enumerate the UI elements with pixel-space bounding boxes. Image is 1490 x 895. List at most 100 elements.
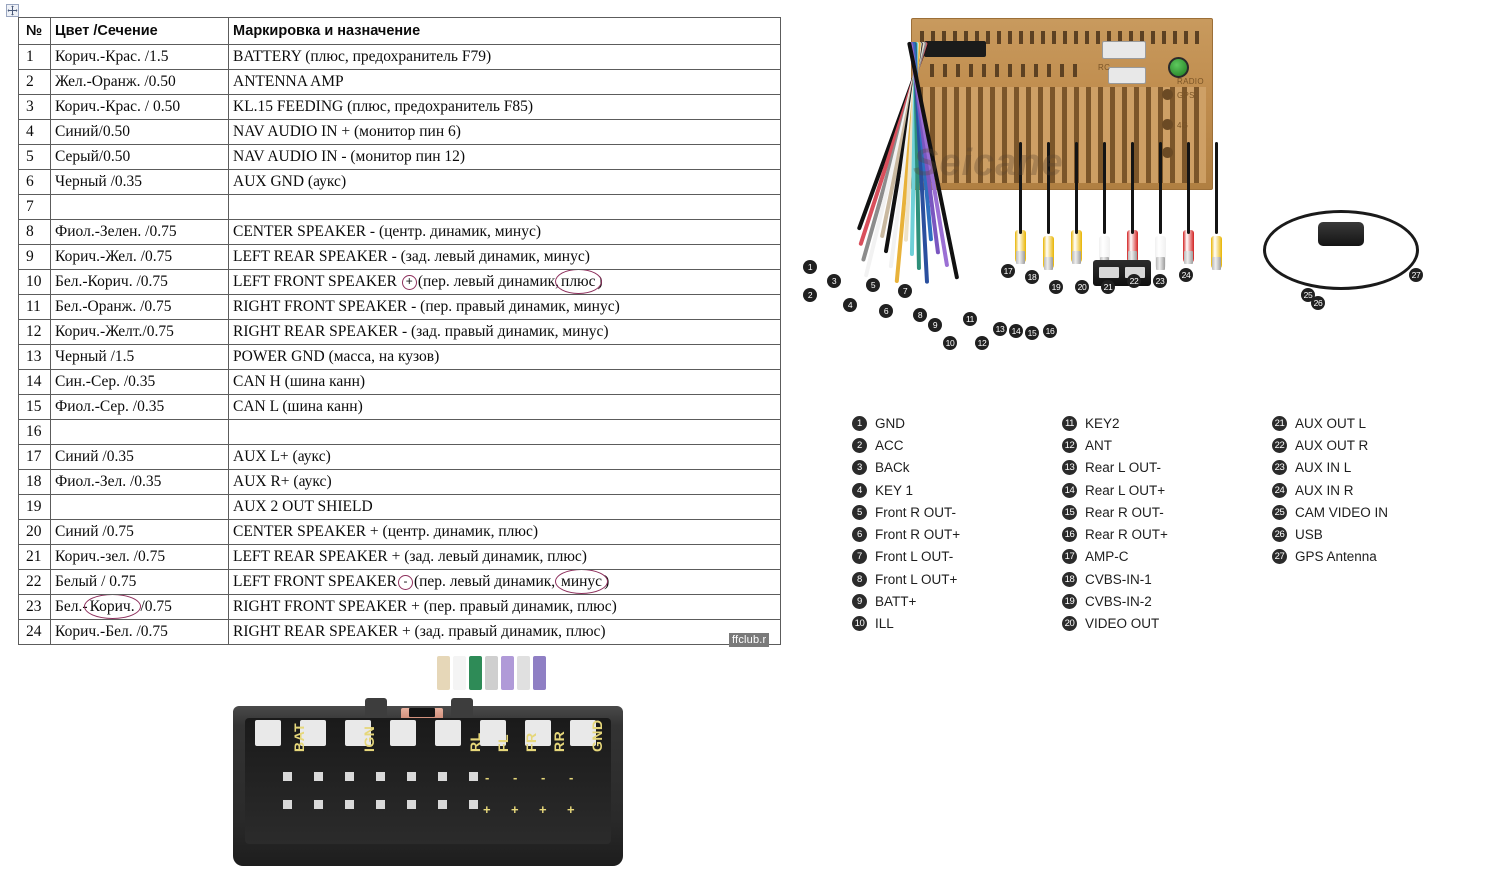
- callout-10: 10: [943, 336, 957, 350]
- rca-connector: [1043, 236, 1054, 270]
- cell-color: Фиол.-Зел. /0.35: [50, 469, 229, 495]
- connector-shell: BAT IGN RL FL FR RR GND - + - + - + - +: [233, 698, 623, 866]
- legend-number-badge: 13: [1062, 460, 1077, 476]
- table-header-row: № Цвет /Сечение Маркировка и назначение: [18, 17, 781, 45]
- callout-19: 19: [1049, 280, 1063, 294]
- antenna-jack: [1168, 57, 1189, 78]
- circled-annotation: плюс: [555, 270, 601, 294]
- table-move-handle-icon[interactable]: [6, 4, 19, 17]
- table-row: 9 Корич.-Жел. /0.75 LEFT REAR SPEAKER - (з…: [18, 244, 781, 270]
- table-row: 20 Синий /0.75 CENTER SPEAKER + (центр. ди…: [18, 519, 781, 545]
- cell-color: Фиол.-Сер. /0.35: [50, 394, 229, 420]
- cell-number: 21: [18, 544, 51, 570]
- connector-pin: [438, 800, 447, 809]
- pinout-table: № Цвет /Сечение Маркировка и назначение …: [18, 17, 781, 645]
- legend-item-label: Front R OUT+: [875, 527, 961, 543]
- connector-label-gnd: GND: [589, 719, 605, 752]
- callout-13: 13: [993, 322, 1007, 336]
- rca-connector: [1155, 236, 1166, 270]
- cell-marking: RIGHT FRONT SPEAKER + (пер. правый динам…: [228, 594, 781, 620]
- legend-item-label: CVBS-IN-1: [1085, 571, 1152, 587]
- cell-number: 4: [18, 119, 51, 145]
- cell-number: 22: [18, 569, 51, 595]
- rca-connector: [1071, 230, 1082, 264]
- connector-pin: [345, 800, 354, 809]
- header-number: №: [18, 17, 51, 45]
- cell-color: Синий /0.75: [50, 519, 229, 545]
- legend-item-label: KEY2: [1085, 415, 1120, 431]
- legend-item: 13 Rear L OUT-: [1062, 457, 1272, 479]
- connector-wire: [501, 656, 514, 690]
- table-row: 10 Бел.-Корич. /0.75 LEFT FRONT SPEAKER +(…: [18, 269, 781, 295]
- cell-color: Черный /1.5: [50, 344, 229, 370]
- cell-number: 10: [18, 269, 51, 295]
- cell-color: Жел.-Оранж. /0.50: [50, 69, 229, 95]
- cell-marking: RIGHT REAR SPEAKER + (зад. правый динами…: [228, 619, 781, 645]
- pinout-table-body: 1 Корич.-Крас. /1.5 BATTERY (плюс, предохр…: [18, 44, 781, 645]
- connector-wire: [517, 656, 530, 690]
- legend-number-badge: 5: [852, 504, 867, 520]
- header-marking: Маркировка и назначение: [228, 17, 781, 45]
- connector-pin: [345, 772, 354, 781]
- cell-marking: NAV AUDIO IN - (монитор пин 12): [228, 144, 781, 170]
- legend-item: 25 CAM VIDEO IN: [1272, 501, 1472, 523]
- cell-number: 11: [18, 294, 51, 320]
- legend-number-badge: 2: [852, 437, 867, 453]
- legend-item: 10 ILL: [852, 613, 1062, 635]
- callout-27: 27: [1409, 268, 1423, 282]
- cell-marking: ANTENNA AMP: [228, 69, 781, 95]
- rca-connector: [1015, 230, 1026, 264]
- legend-item-label: AUX IN R: [1295, 482, 1354, 498]
- cell-marking: LEFT FRONT SPEAKER + (пер. левый динамик,…: [228, 269, 781, 295]
- callout-18: 18: [1025, 270, 1039, 284]
- cell-number: 13: [18, 344, 51, 370]
- table-row: 24 Корич.-Бел. /0.75 RIGHT REAR SPEAKER + …: [18, 619, 781, 645]
- rca-barrel: [1072, 251, 1081, 264]
- legend-item: 26 USB: [1272, 523, 1472, 545]
- legend-item-label: Rear L OUT-: [1085, 460, 1162, 476]
- connector-center-latch-slot: [409, 708, 435, 717]
- legend-number-badge: 23: [1272, 460, 1287, 476]
- table-row: 22 Белый / 0.75 LEFT FRONT SPEAKER - (пер. л…: [18, 569, 781, 595]
- connector-label-rr: RR: [551, 730, 567, 752]
- cell-color: Корич.-Жел. /0.75: [50, 244, 229, 270]
- legend-number-badge: 9: [852, 594, 867, 610]
- cell-color: Серый/0.50: [50, 144, 229, 170]
- white-socket-1: [1102, 41, 1146, 59]
- connector-pin: [314, 772, 323, 781]
- rca-lead-wire: [1075, 142, 1078, 234]
- connector-label-fl: FL: [495, 733, 511, 752]
- legend-item: 20 VIDEO OUT: [1062, 613, 1272, 635]
- legend-item-label: CVBS-IN-2: [1085, 594, 1152, 610]
- panel-label-gps: GPS: [1177, 91, 1195, 100]
- cell-marking: [228, 194, 781, 220]
- cell-color: Белый / 0.75: [50, 569, 229, 595]
- rca-lead-wire: [1159, 142, 1162, 234]
- connector-latch-tab-right: [451, 698, 473, 720]
- table-row: 13 Черный /1.5 POWER GND (масса, на кузов): [18, 344, 781, 370]
- rca-connector: [1127, 230, 1138, 264]
- cell-number: 2: [18, 69, 51, 95]
- legend-item-label: Rear R OUT-: [1085, 504, 1164, 520]
- callout-14: 14: [1009, 324, 1023, 338]
- cell-number: 1: [18, 44, 51, 70]
- white-socket-2: [1108, 67, 1146, 84]
- legend-item-label: Rear R OUT+: [1085, 527, 1168, 543]
- table-row: 14 Син.-Сер. /0.35 CAN H (шина канн): [18, 369, 781, 395]
- legend-item-label: VIDEO OUT: [1085, 616, 1160, 632]
- rca-lead-wire: [1103, 142, 1106, 234]
- connector-label-fr: FR: [523, 732, 539, 752]
- table-row: 6 Черный /0.35 AUX GND (аукс): [18, 169, 781, 195]
- cell-color: Фиол.-Зелен. /0.75: [50, 219, 229, 245]
- polarity-plus-FR: +: [539, 802, 547, 817]
- table-row: 11 Бел.-Оранж. /0.75 RIGHT FRONT SPEAKER -…: [18, 294, 781, 320]
- legend-item-label: KEY 1: [875, 482, 914, 498]
- legend-number-badge: 15: [1062, 504, 1077, 520]
- connector-label-ign: IGN: [361, 725, 377, 752]
- cell-color: Бел.-Корич. /0.75: [50, 269, 229, 295]
- cell-color: Бел.-Корич. /0.75: [50, 594, 229, 620]
- connector-pin: [469, 800, 478, 809]
- legend-number-badge: 27: [1272, 549, 1287, 565]
- connector-label-bat: BAT: [291, 722, 307, 752]
- cell-number: 23: [18, 594, 51, 620]
